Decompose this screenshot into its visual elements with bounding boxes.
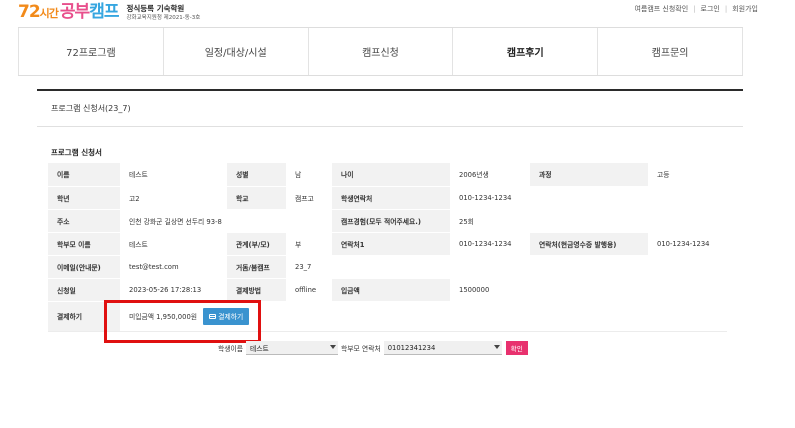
logo-study: 공부	[59, 2, 90, 22]
top-links: 여름캠프 신청확인 | 로그인 | 회원가입	[634, 4, 758, 14]
section-title: 프로그램 신청서	[51, 148, 102, 157]
label-name: 이름	[48, 163, 120, 187]
nav-camp-review[interactable]: 캠프후기	[452, 28, 597, 75]
empty-cell	[530, 209, 727, 233]
nav-camp-inquiry[interactable]: 캠프문의	[597, 28, 743, 75]
student-name-value: 테스트	[250, 344, 269, 353]
value-payment-method: offline	[286, 278, 332, 302]
value-receipt-contact: 010-1234-1234	[648, 232, 727, 256]
table-row: 신청일 2023-05-26 17:28:13 결제방법 offline 입금액…	[48, 278, 727, 302]
dropdown-arrow-icon	[330, 345, 337, 349]
label-apply-date: 신청일	[48, 278, 120, 302]
table-row: 학부모 이름 테스트 관계(부/모) 부 연락처1 010-1234-1234 …	[48, 232, 727, 256]
value-contact-1: 010-1234-1234	[450, 232, 530, 256]
logo[interactable]: 72시간 공부캠프 정식등록 기숙학원 강화교육지원청 제2021-동-3호	[18, 1, 200, 25]
label-student-phone: 학생연락처	[332, 186, 450, 210]
table-row: 이메일(안내문) test@test.com 거돔/봄캠프 23_7	[48, 255, 727, 279]
value-apply-date: 2023-05-26 17:28:13	[120, 278, 227, 302]
link-summer-camp-check[interactable]: 여름캠프 신청확인	[634, 4, 688, 14]
separator: |	[693, 5, 696, 13]
logo-camp: 캠프	[89, 2, 119, 22]
label-payment-method: 결제방법	[227, 278, 286, 302]
label-relation: 관계(부/모)	[227, 232, 286, 256]
student-name-input[interactable]: 테스트	[246, 341, 339, 355]
logo-mark: 72시간 공부캠프	[18, 1, 119, 25]
empty-cell	[332, 255, 727, 279]
separator: |	[724, 5, 728, 13]
page-title: 프로그램 신청서(23_7)	[51, 104, 131, 113]
table-row: 이름 테스트 성별 남 나이 2006년생 과정 고등	[48, 163, 727, 187]
empty-cell	[530, 278, 727, 302]
value-course: 고등	[648, 163, 727, 187]
label-address: 주소	[48, 209, 120, 233]
value-email: test@test.com	[120, 255, 227, 279]
label-deposit: 입금액	[332, 278, 450, 302]
value-address: 인천 강화군 길상면 선두리 93-8	[120, 209, 332, 233]
label-age: 나이	[332, 163, 450, 187]
parent-phone-value: 01012341234	[387, 343, 436, 352]
label-camp-experience: 캠프경험(모두 적어주세요.)	[332, 209, 450, 233]
main-nav: 72프로그램 일정/대상/시설 캠프신청 캠프후기 캠프문의	[18, 27, 743, 76]
parent-phone-input[interactable]: 01012341234	[383, 341, 502, 355]
value-name: 테스트	[120, 163, 227, 187]
value-age: 2006년생	[450, 163, 530, 187]
nav-schedule[interactable]: 일정/대상/시설	[162, 28, 308, 75]
confirm-button[interactable]: 확인	[505, 341, 528, 355]
lookup-row: 학생이름 테스트 학부모 연락처 01012341234 확인	[218, 340, 528, 356]
empty-cell	[530, 186, 727, 210]
value-camp-experience: 25회	[450, 209, 530, 233]
logo-hours: 시간	[39, 7, 59, 20]
logo-title: 정식등록 기숙학원	[126, 4, 185, 13]
label-contact-1: 연락처1	[332, 232, 450, 256]
value-relation: 부	[286, 232, 332, 256]
table-row: 학년 고2 학교 캠프고 학생연락처 010-1234-1234	[48, 186, 727, 210]
logo-subtitle: 강화교육지원청 제2021-동-3호	[126, 15, 201, 21]
parent-phone-label: 학부모 연락처	[341, 345, 381, 353]
student-name-label: 학생이름	[218, 345, 244, 353]
label-school: 학교	[227, 186, 286, 210]
value-parent-name: 테스트	[120, 232, 227, 256]
label-course: 과정	[530, 163, 648, 187]
highlight-box	[104, 300, 261, 343]
value-student-phone: 010-1234-1234	[450, 186, 530, 210]
link-login[interactable]: 로그인	[701, 4, 720, 14]
label-camp-season: 거돔/봄캠프	[227, 255, 286, 279]
label-parent-name: 학부모 이름	[48, 232, 120, 256]
table-row: 주소 인천 강화군 길상면 선두리 93-8 캠프경험(모두 적어주세요.) 2…	[48, 209, 727, 233]
value-camp-season: 23_7	[286, 255, 332, 279]
label-grade: 학년	[48, 186, 120, 210]
nav-camp-apply[interactable]: 캠프신청	[307, 28, 453, 75]
divider	[37, 126, 743, 127]
value-school: 캠프고	[286, 186, 332, 210]
link-signup[interactable]: 회원가입	[732, 4, 758, 14]
label-gender: 성별	[227, 163, 286, 187]
dropdown-arrow-icon	[493, 345, 500, 349]
logo-number: 72	[18, 2, 41, 22]
value-grade: 고2	[120, 186, 227, 210]
divider	[37, 89, 743, 91]
nav-72-program[interactable]: 72프로그램	[18, 28, 163, 75]
header: 72시간 공부캠프 정식등록 기숙학원 강화교육지원청 제2021-동-3호 여름…	[0, 0, 795, 27]
label-receipt-contact: 연락처(현금영수증 발행용)	[530, 232, 648, 256]
label-email: 이메일(안내문)	[48, 255, 120, 279]
value-gender: 남	[286, 163, 332, 187]
value-deposit: 1500000	[450, 278, 530, 302]
